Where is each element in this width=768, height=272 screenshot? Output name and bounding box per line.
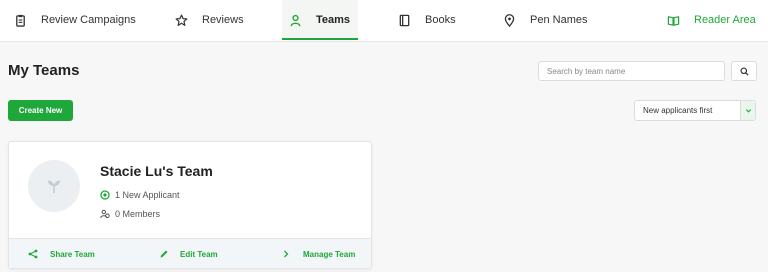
sort-selected-value: New applicants first <box>643 106 713 115</box>
team-card: Stacie Lu's Team 1 New Applicant 0 Membe… <box>8 141 372 269</box>
team-members: 0 Members <box>100 209 160 219</box>
edit-team-button[interactable]: Edit Team <box>159 239 218 269</box>
sort-select[interactable]: New applicants first <box>634 100 756 121</box>
pencil-icon <box>160 250 168 258</box>
nav-review-campaigns-label: Review Campaigns <box>41 14 136 26</box>
team-members-label: 0 Members <box>115 209 161 219</box>
top-navigation: Review Campaigns Reviews Teams Books Pen… <box>0 0 768 42</box>
manage-team-label: Manage Team <box>303 249 356 259</box>
sprout-icon <box>48 180 60 193</box>
page-title: My Teams <box>8 62 80 79</box>
chevron-right-icon <box>284 250 289 258</box>
team-avatar <box>28 160 80 212</box>
nav-pen-names-label: Pen Names <box>530 14 588 26</box>
nav-reviews[interactable]: Reviews <box>175 0 244 40</box>
nav-pen-names[interactable]: Pen Names <box>503 0 587 40</box>
search-icon <box>739 66 749 76</box>
book-icon <box>399 14 410 26</box>
team-applicants: 1 New Applicant <box>100 190 180 200</box>
manage-team-button[interactable]: Manage Team <box>281 239 355 269</box>
nav-reader-area[interactable]: Reader Area <box>667 0 756 40</box>
share-icon <box>28 249 38 259</box>
plus-circle-icon <box>100 190 110 200</box>
location-pin-icon <box>504 13 515 27</box>
team-card-actions: Share Team Edit Team Manage Team <box>9 238 371 268</box>
sort-dropdown-toggle[interactable] <box>740 101 755 120</box>
create-new-button[interactable]: Create New <box>8 100 73 121</box>
search-input[interactable] <box>538 61 725 81</box>
nav-review-campaigns[interactable]: Review Campaigns <box>14 0 136 40</box>
person-icon <box>290 14 301 26</box>
edit-team-label: Edit Team <box>180 249 218 259</box>
clipboard-icon <box>16 14 25 27</box>
chevron-down-icon <box>745 109 751 113</box>
open-book-icon <box>667 15 680 26</box>
nav-reviews-label: Reviews <box>202 14 244 26</box>
search-button[interactable] <box>731 61 757 81</box>
nav-teams[interactable]: Teams <box>282 0 359 40</box>
star-icon <box>175 14 188 26</box>
share-team-button[interactable]: Share Team <box>28 239 95 269</box>
team-name: Stacie Lu's Team <box>100 163 213 179</box>
nav-reader-area-label: Reader Area <box>694 14 756 26</box>
nav-books[interactable]: Books <box>398 0 456 40</box>
nav-books-label: Books <box>425 14 456 26</box>
people-icon <box>100 209 110 219</box>
nav-teams-label: Teams <box>316 14 351 26</box>
team-applicants-label: 1 New Applicant <box>115 190 180 200</box>
share-team-label: Share Team <box>50 249 95 259</box>
